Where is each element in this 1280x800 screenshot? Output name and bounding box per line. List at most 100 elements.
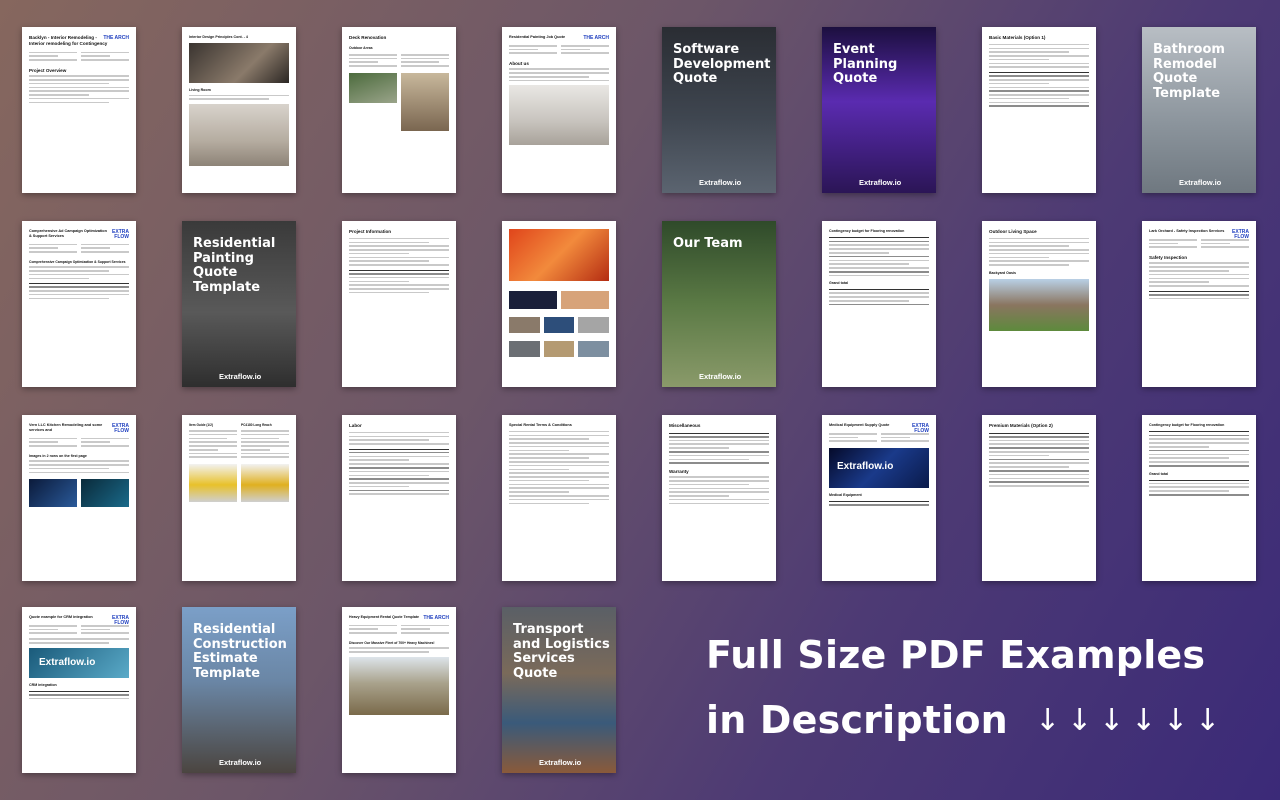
gallery-photo (29, 479, 77, 508)
doc-title: Contingency budget for Flooring renovati… (1149, 423, 1225, 427)
cover-residential-painting-quote-template[interactable]: Residential Painting Quote Template Extr… (182, 221, 296, 387)
house-photo (989, 278, 1089, 331)
pdf-page-thumbnail[interactable]: EXTRA FLOW Medical Equipment Supply Quot… (822, 415, 936, 581)
cover-bathroom-remodel-quote-template[interactable]: Bathroom Remodel Quote Template Extraflo… (1142, 27, 1256, 193)
doc-title: Contingency budget for Flooring renovati… (829, 229, 905, 233)
extraflow-brand: Extraflow.io (699, 372, 742, 381)
pdf-page-thumbnail[interactable]: Item Guide (1/2) PC4180 Long Reach (182, 415, 296, 581)
headline-line-1: Full Size PDF Examples (706, 633, 1206, 677)
doc-title: Vern LLC Kitchen Remodeling and some ser… (29, 423, 103, 432)
abstract-art-photo (509, 229, 609, 281)
extraflow-brand: Extraflow.io (39, 656, 96, 668)
doc-section-heading: Medical Equipment (829, 493, 862, 498)
down-arrow-icon: ↓ (1163, 703, 1189, 738)
doc-title: Premium Materials (Option 2) (989, 423, 1053, 428)
extraflow-brand: Extraflow.io (837, 461, 894, 473)
doc-title: Lark Orchard - Safety Inspection Service… (1149, 229, 1225, 233)
pdf-page-thumbnail[interactable]: Premium Materials (Option 2) (982, 415, 1096, 581)
excavator-photo (189, 464, 237, 503)
gallery-photo (509, 317, 540, 333)
pdf-page-thumbnail[interactable]: Labor (342, 415, 456, 581)
extraflow-logo: EXTRA FLOW (1232, 229, 1249, 240)
doc-section-heading: Discover Our Massive Fleet of 700+ Heavy… (349, 641, 435, 646)
extraflow-logo: EXTRA FLOW (112, 229, 129, 240)
gallery-photo (509, 341, 540, 357)
pdf-page-thumbnail[interactable]: THE ARCH Residential Painting Job Quote … (502, 27, 616, 193)
cover-title: Residential Painting Quote Template (193, 236, 276, 295)
pdf-page-thumbnail[interactable]: THE ARCH Heavy Equipment Rental Quote Te… (342, 607, 456, 773)
extraflow-logo: EXTRA FLOW (112, 615, 129, 626)
pdf-page-thumbnail[interactable]: EXTRA FLOW Vern LLC Kitchen Remodeling a… (22, 415, 136, 581)
pdf-page-thumbnail[interactable]: Outdoor Living Space Backyard Oasis (982, 221, 1096, 387)
construction-site-photo (349, 656, 449, 715)
doc-section-heading: Living Room (189, 88, 211, 93)
cover-title: Transport and Logistics Services Quote (513, 622, 610, 681)
pdf-page-thumbnail[interactable]: Contingency budget for Flooring renovati… (1142, 415, 1256, 581)
extraflow-brand: Extraflow.io (539, 758, 582, 767)
down-arrows: ↓ ↓ ↓ ↓ ↓ ↓ (1035, 703, 1221, 738)
extraflow-banner: Extraflow.io (829, 448, 929, 489)
doc-title: Deck Renovation (349, 35, 387, 40)
down-arrow-icon: ↓ (1099, 703, 1125, 738)
doc-section-heading: Outdoor Areas (349, 45, 373, 50)
gallery-photo (81, 479, 129, 508)
doc-title: Special Rental Terms & Conditions (509, 423, 572, 427)
cover-event-planning-quote[interactable]: Event Planning Quote Extraflow.io (822, 27, 936, 193)
the-arch-logo: THE ARCH (583, 35, 609, 41)
the-arch-logo: THE ARCH (423, 615, 449, 621)
doc-title: Basic Materials (Option 1) (989, 35, 1046, 40)
doc-section-heading: CRM integration (29, 682, 57, 687)
cover-title: Our Team (673, 236, 743, 251)
doc-title: Miscellaneous (669, 423, 701, 428)
doc-section-heading: Comprehensive Campaign Optimization & Su… (29, 260, 126, 264)
gallery-photo (561, 291, 609, 309)
cover-title: Bathroom Remodel Quote Template (1153, 42, 1225, 101)
doc-title: Project Information (349, 229, 392, 234)
cover-transport-and-logistics-services-quote[interactable]: Transport and Logistics Services Quote E… (502, 607, 616, 773)
pdf-page-thumbnail[interactable]: Basic Materials (Option 1) (982, 27, 1096, 193)
pdf-page-thumbnail[interactable]: EXTRA FLOW Lark Orchard - Safety Inspect… (1142, 221, 1256, 387)
cover-residential-construction-estimate-template[interactable]: Residential Construction Estimate Templa… (182, 607, 296, 773)
extraflow-brand: Extraflow.io (219, 758, 262, 767)
down-arrow-icon: ↓ (1067, 703, 1093, 738)
gallery-photo (543, 317, 575, 333)
extraflow-brand: Extraflow.io (219, 372, 262, 381)
doc-title: Comprehensive Ad Campaign Optimization &… (29, 229, 107, 238)
excavator-photo (241, 464, 289, 503)
doc-section-heading: Safety Inspection (1149, 255, 1188, 261)
doc-section-heading: Images in 2 rows on the first page (29, 454, 87, 458)
cover-title: Event Planning Quote (833, 42, 898, 87)
doc-title: Heavy Equipment Rental Quote Template (349, 615, 420, 619)
down-arrow-icon: ↓ (1131, 703, 1157, 738)
pdf-page-thumbnail[interactable]: EXTRA FLOW Comprehensive Ad Campaign Opt… (22, 221, 136, 387)
pdf-page-thumbnail[interactable]: Deck Renovation Outdoor Areas (342, 27, 456, 193)
pdf-page-thumbnail[interactable]: Miscellaneous Warranty (662, 415, 776, 581)
down-arrow-icon: ↓ (1035, 703, 1061, 738)
doc-section-heading: Grand total (829, 281, 849, 286)
gallery-photo (509, 291, 557, 309)
pdf-page-thumbnail[interactable]: Contingency budget for Flooring renovati… (822, 221, 936, 387)
cover-our-team[interactable]: Our Team Extraflow.io (662, 221, 776, 387)
doc-title: Item Guide (1/2) (189, 423, 213, 427)
pdf-page-thumbnail[interactable]: Project Information (342, 221, 456, 387)
pdf-page-thumbnail[interactable]: EXTRA FLOW Quote example for CRM integra… (22, 607, 136, 773)
living-room-photo (189, 104, 289, 167)
down-arrow-icon: ↓ (1195, 703, 1221, 738)
the-arch-logo: THE ARCH (103, 35, 129, 41)
doc-title: Labor (349, 423, 362, 428)
doc-title: Residential Painting Job Quote (509, 35, 566, 39)
pdf-page-thumbnail[interactable] (502, 221, 616, 387)
doc-section-heading: About us (509, 61, 529, 67)
cover-title: Residential Construction Estimate Templa… (193, 622, 287, 681)
doc-section-heading: Grand total (1149, 471, 1169, 476)
gallery-photo (578, 341, 610, 357)
doc-section-heading: PC4180 Long Reach (241, 423, 272, 427)
interior-photo (189, 43, 289, 84)
pdf-page-thumbnail[interactable]: Special Rental Terms & Conditions (502, 415, 616, 581)
pdf-page-thumbnail[interactable]: THE ARCH Backlyn - Interior Remodeling -… (22, 27, 136, 193)
pdf-page-thumbnail[interactable]: Interior Design Principles Cont. - 4 Liv… (182, 27, 296, 193)
doc-section-heading: Backyard Oasis (989, 270, 1016, 275)
room-photo (509, 85, 609, 146)
cover-software-development-quote[interactable]: Software Development Quote Extraflow.io (662, 27, 776, 193)
interior-photo (401, 73, 449, 132)
